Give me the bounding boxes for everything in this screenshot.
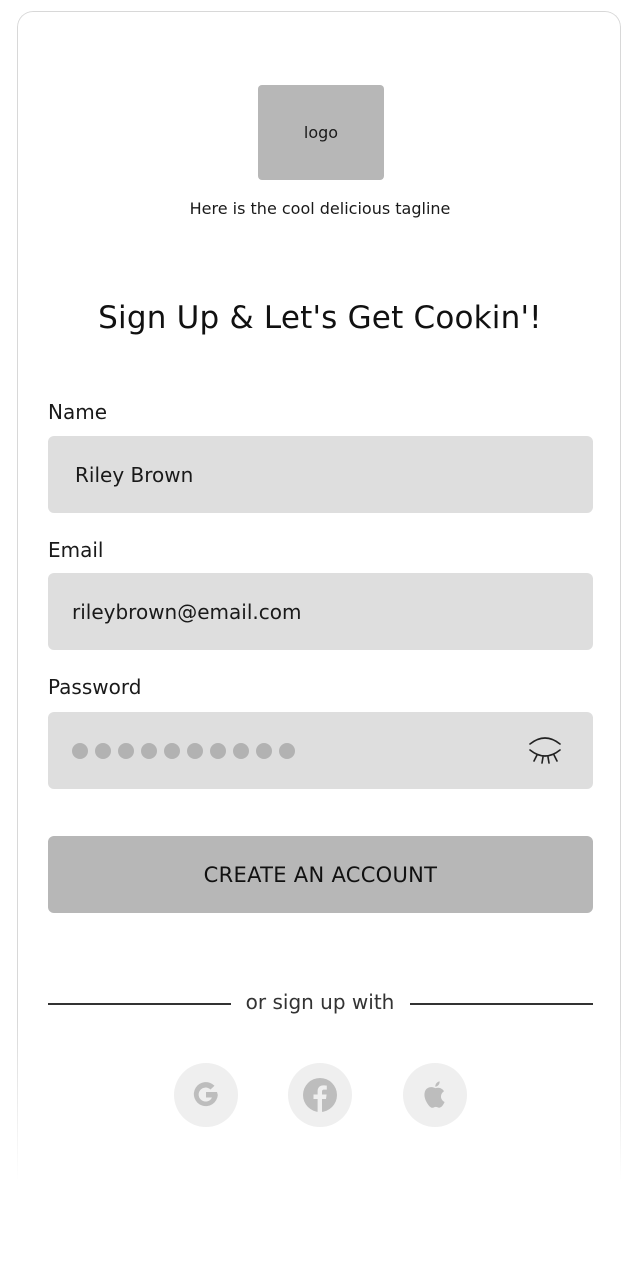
apple-icon bbox=[424, 1081, 445, 1108]
password-dot bbox=[256, 742, 272, 759]
password-label: Password bbox=[48, 675, 142, 699]
password-dot bbox=[141, 742, 157, 759]
password-dot bbox=[118, 742, 134, 759]
logo-placeholder: logo bbox=[258, 85, 384, 180]
create-account-button[interactable]: CREATE AN ACCOUNT bbox=[48, 836, 593, 913]
password-dot bbox=[210, 742, 226, 759]
password-dot bbox=[164, 742, 180, 759]
logo-text: logo bbox=[303, 123, 339, 142]
password-mask bbox=[72, 742, 295, 759]
email-label: Email bbox=[48, 538, 104, 562]
password-dot bbox=[72, 742, 88, 759]
google-signup-button[interactable] bbox=[174, 1063, 238, 1127]
eye-closed-icon[interactable] bbox=[527, 735, 563, 767]
password-dot bbox=[279, 742, 295, 759]
divider-line-right bbox=[410, 1003, 593, 1005]
apple-signup-button[interactable] bbox=[403, 1063, 467, 1127]
divider-text: or sign up with bbox=[245, 990, 395, 1014]
name-label: Name bbox=[48, 400, 108, 424]
create-account-label: CREATE AN ACCOUNT bbox=[203, 862, 438, 887]
tagline: Here is the cool delicious tagline bbox=[189, 199, 451, 218]
email-field-value: rileybrown@email.com bbox=[72, 599, 302, 624]
facebook-signup-button[interactable] bbox=[288, 1063, 352, 1127]
google-icon bbox=[193, 1082, 218, 1107]
email-field[interactable]: rileybrown@email.com bbox=[48, 573, 593, 650]
page-title: Sign Up & Let's Get Cookin'! bbox=[98, 300, 542, 336]
password-dot bbox=[187, 742, 203, 759]
password-field[interactable] bbox=[48, 712, 593, 789]
name-field-value: Riley Brown bbox=[75, 462, 194, 487]
facebook-icon bbox=[303, 1078, 337, 1112]
name-field[interactable]: Riley Brown bbox=[48, 436, 593, 513]
password-dot bbox=[95, 742, 111, 759]
password-dot bbox=[233, 742, 249, 759]
